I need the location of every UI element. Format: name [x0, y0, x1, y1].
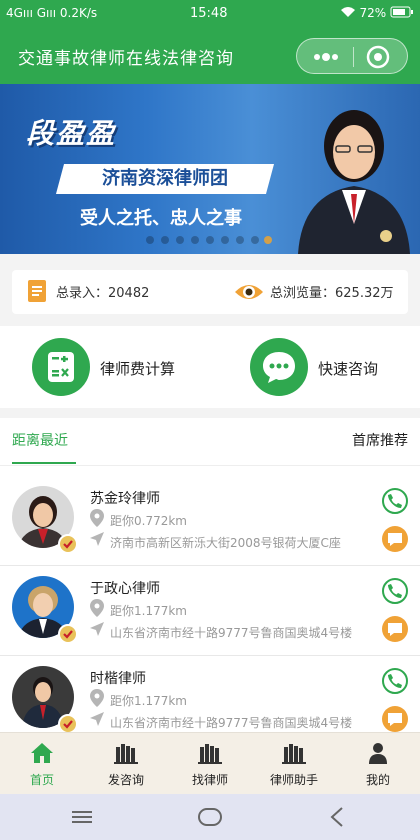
banner-dot[interactable]: [191, 236, 199, 244]
status-bar: 4Gııı Gııı 0.2K/s 15:48 72%: [0, 0, 420, 28]
lawyer-address: 山东省济南市经十路9777号鲁商国奥城4号楼: [110, 626, 353, 640]
bottom-tab-bar: 首页 发咨询 找律师 律师助手 我的: [0, 732, 420, 794]
lawyer-distance: 距你1.177km: [110, 604, 187, 618]
banner-dot[interactable]: [236, 236, 244, 244]
banner-dot[interactable]: [221, 236, 229, 244]
mini-program-capsule: [296, 38, 408, 74]
navigation-arrow-icon: [90, 622, 104, 636]
network-status: 4Gııı Gııı 0.2K/s: [6, 6, 98, 20]
tab-recommended[interactable]: 首席推荐: [352, 430, 408, 450]
tab-mine-label: 我的: [365, 773, 390, 787]
tab-lawyer-assistant[interactable]: 律师助手: [252, 733, 336, 795]
system-navigation-bar: [0, 794, 420, 840]
calculator-icon: [32, 338, 90, 396]
lawyer-row[interactable]: 于政心律师 距你1.177km 山东省济南市经十路9777号鲁商国奥城4号楼: [0, 566, 420, 656]
lawyer-row[interactable]: 时楷律师 距你1.177km 山东省济南市经十路9777号鲁商国奥城4号楼: [0, 656, 420, 732]
close-miniprogram-icon[interactable]: [365, 44, 391, 70]
total-views: 总浏览量：625.32万: [270, 282, 394, 301]
page-title: 交通事故律师在线法律咨询: [18, 49, 234, 69]
lawyer-distance: 距你1.177km: [110, 694, 187, 708]
menu-icon[interactable]: [68, 804, 96, 830]
verified-badge-icon: [58, 624, 78, 644]
list-tabs: 距离最近 首席推荐: [0, 418, 420, 466]
total-label: 总录入：: [56, 286, 109, 301]
tab-home-label: 首页: [29, 773, 54, 787]
lawyer-row[interactable]: 苏金玲律师 距你0.772km 济南市高新区新泺大街2008号银荷大厦C座: [0, 476, 420, 566]
lawyer-list: 苏金玲律师 距你0.772km 济南市高新区新泺大街2008号银荷大厦C座 于政…: [0, 466, 420, 732]
battery-percent: 72%: [359, 6, 387, 20]
message-button[interactable]: [382, 706, 408, 732]
banner-slogan: 受人之托、忠人之事: [80, 208, 242, 229]
tab-consult[interactable]: 发咨询: [84, 733, 168, 795]
lawyer-name: 于政心律师: [90, 581, 160, 597]
message-button[interactable]: [382, 526, 408, 552]
banner-team: 济南资深律师团: [55, 164, 275, 194]
capsule-divider: [353, 47, 354, 67]
tab-lawyer-assistant-label: 律师助手: [269, 773, 318, 787]
banner-dot[interactable]: [176, 236, 184, 244]
banner-dot-active[interactable]: [264, 236, 272, 244]
user-icon: [369, 743, 387, 764]
home-button-icon[interactable]: [196, 804, 224, 830]
lawyer-distance: 距你0.772km: [110, 514, 187, 528]
views-label: 总浏览量：: [270, 286, 336, 301]
clock: 15:48: [190, 6, 228, 21]
lawyer-address: 山东省济南市经十路9777号鲁商国奥城4号楼: [110, 716, 353, 730]
quick-actions: 律师费计算 快速咨询: [0, 326, 420, 408]
chat-bubble-icon: [250, 338, 308, 396]
more-icon[interactable]: [311, 47, 341, 67]
tab-mine[interactable]: 我的: [336, 733, 420, 795]
tab-find-lawyer-label: 找律师: [191, 773, 228, 787]
fee-calculator-label: 律师费计算: [100, 360, 176, 378]
lawyer-name: 苏金玲律师: [90, 491, 160, 507]
books-icon: [198, 744, 222, 764]
document-icon: [28, 280, 46, 302]
wifi-icon: [340, 7, 355, 17]
quick-consult-button[interactable]: 快速咨询: [250, 338, 400, 396]
banner-pagination: [146, 236, 276, 248]
location-pin-icon: [90, 599, 104, 617]
back-icon[interactable]: [324, 804, 352, 830]
location-pin-icon: [90, 689, 104, 707]
tab-find-lawyer[interactable]: 找律师: [168, 733, 252, 795]
total-entries: 总录入：20482: [56, 282, 149, 301]
views-value: 625.32万: [335, 286, 394, 301]
banner-dot[interactable]: [161, 236, 169, 244]
total-value: 20482: [108, 286, 150, 301]
verified-badge-icon: [58, 534, 78, 554]
active-tab-indicator: [12, 462, 76, 464]
lawyer-name: 时楷律师: [90, 671, 146, 687]
location-pin-icon: [90, 509, 104, 527]
quick-consult-label: 快速咨询: [318, 360, 379, 378]
home-icon: [31, 743, 53, 763]
battery-status: 72%: [340, 6, 414, 20]
fee-calculator-button[interactable]: 律师费计算: [32, 338, 192, 396]
phone-call-button[interactable]: [382, 488, 408, 514]
battery-icon: [390, 6, 413, 18]
app-header: 交通事故律师在线法律咨询: [0, 28, 420, 84]
phone-call-button[interactable]: [382, 578, 408, 604]
tab-consult-label: 发咨询: [107, 773, 144, 787]
navigation-arrow-icon: [90, 712, 104, 726]
tab-home[interactable]: 首页: [0, 733, 84, 795]
eye-icon: [235, 285, 263, 299]
promo-banner[interactable]: 段盈盈 济南资深律师团 受人之托、忠人之事: [0, 84, 420, 254]
books-icon: [114, 744, 138, 764]
tab-nearest[interactable]: 距离最近: [12, 430, 68, 450]
lawyer-address: 济南市高新区新泺大街2008号银荷大厦C座: [110, 536, 341, 550]
lawyer-portrait-image: [298, 110, 410, 254]
verified-badge-icon: [58, 714, 78, 732]
banner-dot[interactable]: [146, 236, 154, 244]
navigation-arrow-icon: [90, 532, 104, 546]
message-button[interactable]: [382, 616, 408, 642]
stats-bar: 总录入：20482 总浏览量：625.32万: [12, 270, 408, 314]
banner-lawyer-name: 段盈盈: [26, 117, 117, 150]
books-icon: [282, 744, 306, 764]
banner-dot[interactable]: [206, 236, 214, 244]
banner-dot[interactable]: [251, 236, 259, 244]
phone-call-button[interactable]: [382, 668, 408, 694]
